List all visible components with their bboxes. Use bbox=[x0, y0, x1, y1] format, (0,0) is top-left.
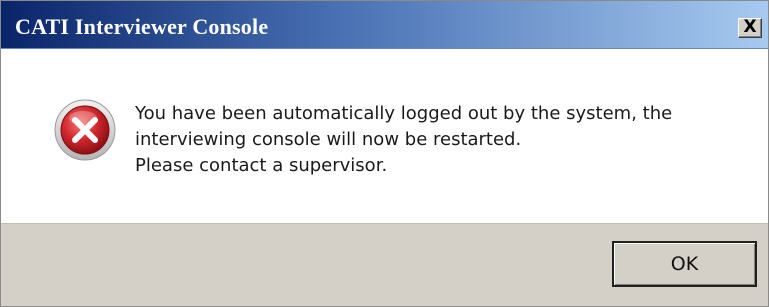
error-icon bbox=[54, 99, 116, 161]
button-bar: OK bbox=[1, 223, 768, 306]
close-button[interactable]: X bbox=[738, 18, 762, 38]
error-message: You have been automatically logged out b… bbox=[135, 101, 672, 179]
message-line: You have been automatically logged out b… bbox=[135, 103, 673, 124]
message-line: Please contact a supervisor. bbox=[135, 155, 388, 176]
dialog-content: You have been automatically logged out b… bbox=[1, 49, 768, 223]
close-icon: X bbox=[743, 17, 757, 37]
message-line: interviewing console will now be restart… bbox=[135, 129, 522, 150]
title-bar[interactable]: CATI Interviewer Console X bbox=[1, 1, 768, 49]
error-dialog: CATI Interviewer Console X You have been… bbox=[0, 0, 769, 307]
window-title: CATI Interviewer Console bbox=[15, 14, 269, 39]
ok-button[interactable]: OK bbox=[612, 241, 757, 287]
